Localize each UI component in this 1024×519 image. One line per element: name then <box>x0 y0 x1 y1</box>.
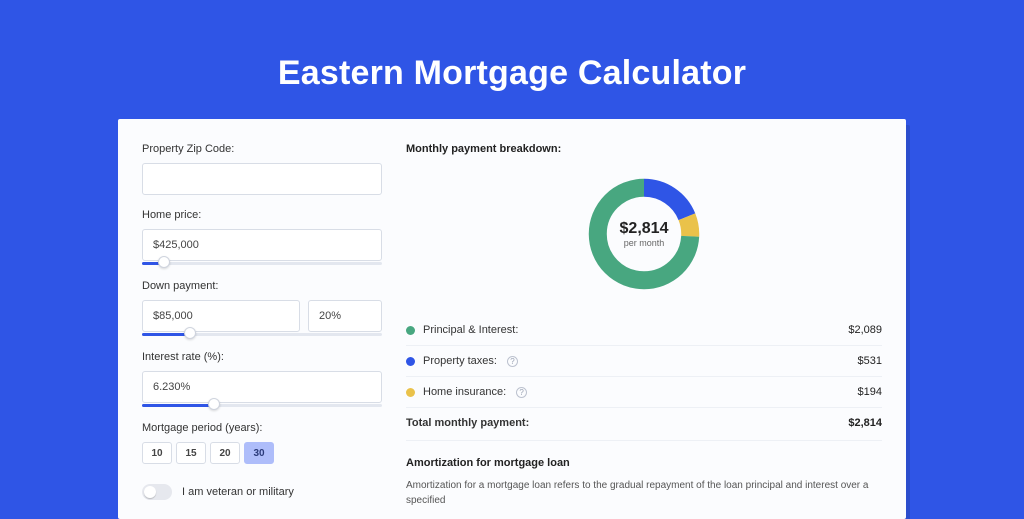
legend-label: Property taxes: <box>423 355 497 367</box>
period-button-20[interactable]: 20 <box>210 442 240 464</box>
zip-label: Property Zip Code: <box>142 143 382 155</box>
interest-input[interactable] <box>142 371 382 403</box>
page-title: Eastern Mortgage Calculator <box>0 0 1024 119</box>
legend-value: $2,089 <box>848 324 882 336</box>
home-price-slider[interactable] <box>142 260 382 270</box>
insurance-dot-icon <box>406 388 415 397</box>
legend-total-label: Total monthly payment: <box>406 417 529 429</box>
breakdown-panel: Monthly payment breakdown: $2,814 per mo… <box>406 143 882 519</box>
amortization-section: Amortization for mortgage loan Amortizat… <box>406 440 882 508</box>
form-panel: Property Zip Code: Home price: Down paym… <box>142 143 382 519</box>
period-button-30[interactable]: 30 <box>244 442 274 464</box>
legend-value: $531 <box>858 355 882 367</box>
slider-thumb[interactable] <box>158 256 170 268</box>
donut-center-amount: $2,814 <box>620 220 669 238</box>
slider-thumb[interactable] <box>184 327 196 339</box>
amortization-heading: Amortization for mortgage loan <box>406 457 882 469</box>
legend-row-taxes: Property taxes:? $531 <box>406 346 882 377</box>
legend-total-value: $2,814 <box>848 417 882 429</box>
calculator-card: Property Zip Code: Home price: Down paym… <box>118 119 906 519</box>
donut-chart: $2,814 per month <box>583 173 705 295</box>
legend-label: Principal & Interest: <box>423 324 518 336</box>
legend-row-insurance: Home insurance:? $194 <box>406 377 882 408</box>
veteran-label: I am veteran or military <box>182 486 294 498</box>
taxes-dot-icon <box>406 357 415 366</box>
legend-row-principal: Principal & Interest: $2,089 <box>406 315 882 346</box>
legend-value: $194 <box>858 386 882 398</box>
interest-label: Interest rate (%): <box>142 351 382 363</box>
principal-dot-icon <box>406 326 415 335</box>
home-price-group: Home price: <box>142 209 382 270</box>
down-payment-label: Down payment: <box>142 280 382 292</box>
period-button-10[interactable]: 10 <box>142 442 172 464</box>
down-payment-slider[interactable] <box>142 331 382 341</box>
interest-slider[interactable] <box>142 402 382 412</box>
zip-group: Property Zip Code: <box>142 143 382 195</box>
home-price-input[interactable] <box>142 229 382 261</box>
toggle-knob <box>144 486 156 498</box>
period-label: Mortgage period (years): <box>142 422 382 434</box>
down-payment-group: Down payment: <box>142 280 382 341</box>
period-options: 10152030 <box>142 442 382 464</box>
period-group: Mortgage period (years): 10152030 <box>142 422 382 464</box>
amortization-body: Amortization for a mortgage loan refers … <box>406 479 882 508</box>
down-payment-amount-input[interactable] <box>142 300 300 332</box>
legend-row-total: Total monthly payment: $2,814 <box>406 408 882 438</box>
legend: Principal & Interest: $2,089 Property taxe… <box>406 315 882 438</box>
veteran-toggle[interactable] <box>142 484 172 500</box>
home-price-label: Home price: <box>142 209 382 221</box>
slider-thumb[interactable] <box>208 398 220 410</box>
donut-center-sub: per month <box>624 238 665 248</box>
breakdown-title: Monthly payment breakdown: <box>406 143 882 155</box>
legend-label: Home insurance: <box>423 386 506 398</box>
veteran-row: I am veteran or military <box>142 484 382 500</box>
zip-input[interactable] <box>142 163 382 195</box>
interest-group: Interest rate (%): <box>142 351 382 412</box>
help-icon[interactable]: ? <box>516 387 527 398</box>
period-button-15[interactable]: 15 <box>176 442 206 464</box>
help-icon[interactable]: ? <box>507 356 518 367</box>
down-payment-percent-input[interactable] <box>308 300 382 332</box>
